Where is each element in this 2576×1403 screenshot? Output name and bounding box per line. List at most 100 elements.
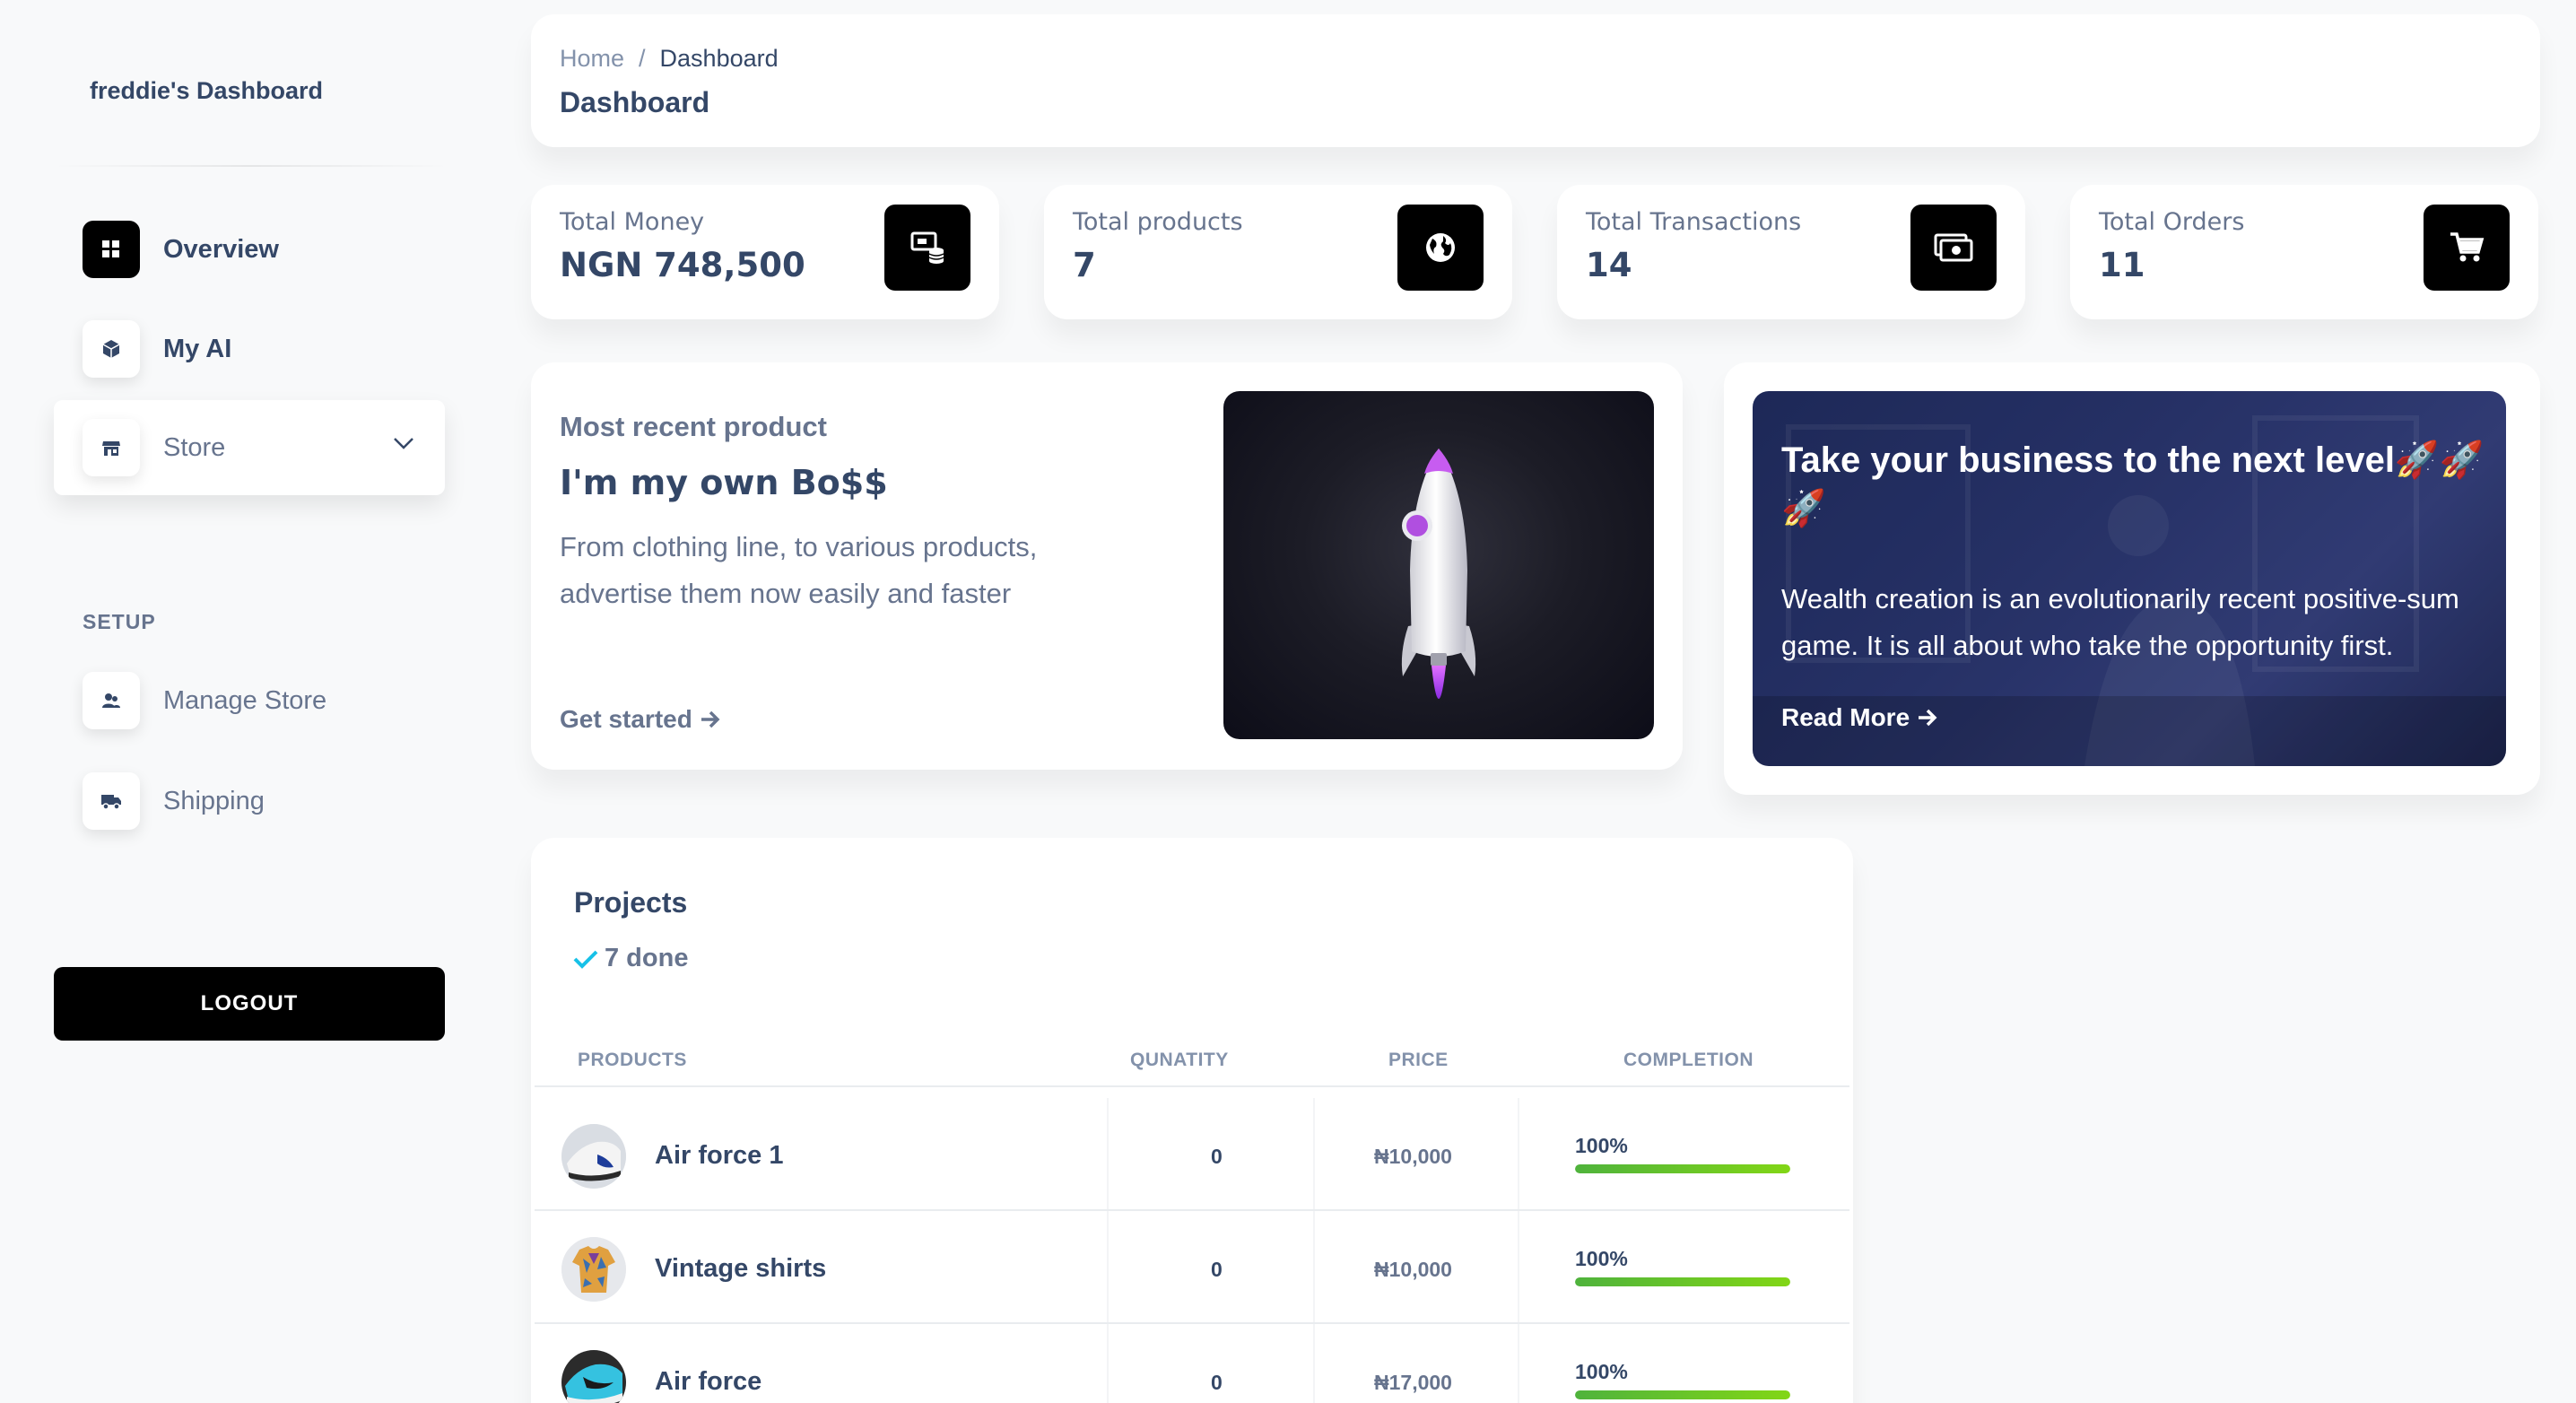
chevron-down-icon[interactable]: [393, 437, 414, 449]
read-more-label: Read More: [1781, 703, 1910, 731]
breadcrumb-current: Dashboard: [659, 45, 779, 72]
stat-value: 14: [1586, 246, 1632, 284]
stat-label: Total products: [1073, 208, 1243, 236]
cash-icon: [1910, 205, 1997, 291]
progress-fill: [1575, 1277, 1790, 1286]
globe-icon: [1397, 205, 1484, 291]
cart-icon: [2424, 205, 2510, 291]
column-divider: [1518, 1324, 1519, 1403]
truck-icon: [83, 772, 140, 830]
table-row[interactable]: Air force 1 0 ₦10,000 100%: [535, 1098, 1849, 1211]
recent-product-label: Most recent product: [560, 411, 827, 442]
read-more-link[interactable]: Read More: [1781, 703, 1938, 732]
money-stack-icon: [884, 205, 970, 291]
grid-icon: [83, 221, 140, 278]
table-row[interactable]: Air force 0 ₦17,000 100%: [535, 1324, 1849, 1403]
promo-description: Wealth creation is an evolutionarily rec…: [1781, 583, 2459, 661]
brand-title[interactable]: freddie's Dashboard: [90, 77, 323, 105]
arrow-right-icon: [1919, 709, 1937, 727]
product-thumbnail: [561, 1124, 626, 1189]
product-quantity: 0: [1211, 1371, 1223, 1394]
logout-button[interactable]: LOGOUT: [54, 967, 445, 1041]
completion-percent: 100%: [1575, 1247, 1628, 1270]
breadcrumb-separator: /: [639, 45, 646, 72]
stat-label: Total Money: [560, 208, 705, 236]
table-header: PRODUCTS QUNATITY PRICE COMPLETION: [535, 1041, 1849, 1087]
stat-card-total-products: Total products 7: [1044, 185, 1512, 319]
get-started-label: Get started: [560, 705, 692, 733]
get-started-link[interactable]: Get started: [560, 705, 721, 734]
sidebar-item-label: Shipping: [163, 786, 265, 815]
product-thumbnail: [561, 1350, 626, 1403]
stat-label: Total Orders: [2099, 208, 2245, 236]
product-name: Air force 1: [655, 1141, 784, 1170]
stat-card-total-money: Total Money NGN 748,500: [531, 185, 999, 319]
column-header-completion: COMPLETION: [1623, 1050, 1754, 1070]
sidebar-item-store[interactable]: Store: [54, 400, 445, 495]
promo-title: Take your business to the next level🚀🚀🚀: [1781, 440, 2485, 528]
stat-card-total-transactions: Total Transactions 14: [1557, 185, 2025, 319]
sidebar-item-label: Store: [163, 432, 226, 462]
projects-done-label: 7 done: [605, 944, 689, 972]
recent-product-description: From clothing line, to various products,…: [560, 531, 1038, 609]
product-name: Vintage shirts: [655, 1254, 827, 1283]
promo-banner: Take your business to the next level🚀🚀🚀 …: [1753, 391, 2506, 766]
table-row[interactable]: Vintage shirts 0 ₦10,000 100%: [535, 1211, 1849, 1324]
column-divider: [1518, 1211, 1519, 1322]
product-quantity: 0: [1211, 1258, 1223, 1281]
page-title: Dashboard: [560, 86, 710, 118]
breadcrumb: Home / Dashboard: [560, 45, 779, 73]
completion-progress-bar: [1575, 1390, 1790, 1399]
product-price: ₦10,000: [1374, 1145, 1452, 1168]
column-divider: [1313, 1211, 1315, 1322]
breadcrumb-home[interactable]: Home: [560, 45, 624, 73]
stat-value: 11: [2099, 246, 2145, 284]
sidebar-item-shipping[interactable]: Shipping: [54, 754, 445, 849]
setup-section-title: SETUP: [83, 610, 156, 633]
column-divider: [1107, 1098, 1109, 1209]
column-divider: [1313, 1324, 1315, 1403]
product-price: ₦10,000: [1374, 1258, 1452, 1281]
column-header-quantity: QUNATITY: [1130, 1050, 1229, 1070]
column-divider: [1107, 1211, 1109, 1322]
completion-progress-bar: [1575, 1277, 1790, 1286]
promo-card: Take your business to the next level🚀🚀🚀 …: [1724, 362, 2540, 795]
sidebar: freddie's Dashboard Overview My AI Store…: [0, 0, 502, 1403]
completion-percent: 100%: [1575, 1134, 1628, 1157]
product-quantity: 0: [1211, 1145, 1223, 1168]
recent-product-title: I'm my own Bo$$: [560, 463, 888, 502]
sidebar-item-overview[interactable]: Overview: [54, 202, 445, 297]
shirt-image: [561, 1237, 626, 1302]
completion-progress-bar: [1575, 1164, 1790, 1173]
projects-title: Projects: [574, 886, 688, 919]
projects-card: Projects 7 done PRODUCTS QUNATITY PRICE …: [531, 838, 1853, 1403]
projects-done-status: 7 done: [572, 944, 688, 973]
product-thumbnail: [561, 1237, 626, 1302]
brand-divider: [54, 165, 448, 167]
sidebar-item-manage-store[interactable]: Manage Store: [54, 653, 445, 748]
sidebar-item-label: Overview: [163, 234, 279, 264]
column-header-products: PRODUCTS: [578, 1050, 687, 1070]
column-divider: [1518, 1098, 1519, 1209]
rocket-icon: [1401, 449, 1476, 699]
sidebar-item-label: My AI: [163, 334, 232, 363]
stat-label: Total Transactions: [1586, 208, 1802, 236]
progress-fill: [1575, 1164, 1790, 1173]
completion-percent: 100%: [1575, 1360, 1628, 1383]
stat-value: 7: [1073, 246, 1096, 284]
check-icon: [573, 950, 598, 969]
stat-value: NGN 748,500: [560, 246, 805, 284]
sneaker-image: [561, 1124, 626, 1189]
page-header: Home / Dashboard Dashboard: [531, 14, 2540, 147]
sneaker-image: [561, 1350, 626, 1403]
users-icon: [83, 672, 140, 729]
product-price: ₦17,000: [1374, 1371, 1452, 1394]
column-divider: [1107, 1324, 1109, 1403]
product-name: Air force: [655, 1367, 762, 1396]
column-divider: [1313, 1098, 1315, 1209]
rocket-illustration: [1223, 391, 1654, 739]
sidebar-item-label: Manage Store: [163, 685, 327, 715]
sidebar-item-my-ai[interactable]: My AI: [54, 301, 445, 396]
shop-icon: [83, 419, 140, 476]
stat-card-total-orders: Total Orders 11: [2070, 185, 2538, 319]
